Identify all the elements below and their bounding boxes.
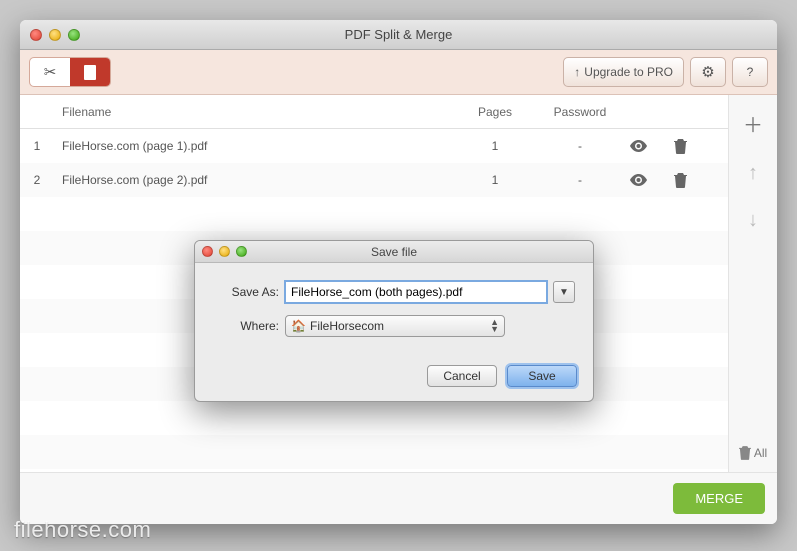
gear-icon: ⚙ xyxy=(701,63,714,81)
row-index: 1 xyxy=(20,139,54,153)
row-index: 2 xyxy=(20,173,54,187)
dialog-minimize-button[interactable] xyxy=(219,246,230,257)
dialog-titlebar: Save file xyxy=(195,241,593,263)
move-up-button[interactable]: ↑ xyxy=(748,162,758,185)
chevron-down-icon: ▼ xyxy=(559,287,569,298)
where-select[interactable]: 🏠 FileHorsecom ▲▼ xyxy=(285,315,505,337)
row-filename: FileHorse.com (page 2).pdf xyxy=(54,173,460,187)
settings-button[interactable]: ⚙ xyxy=(690,57,726,87)
preview-icon[interactable] xyxy=(630,174,674,186)
table-row[interactable]: 1 FileHorse.com (page 1).pdf 1 - xyxy=(20,129,728,163)
upgrade-label: Upgrade to PRO xyxy=(584,65,673,79)
document-icon xyxy=(84,65,96,80)
move-down-button[interactable]: ↓ xyxy=(748,209,758,232)
cancel-button[interactable]: Cancel xyxy=(427,365,497,387)
close-window-button[interactable] xyxy=(30,29,42,41)
row-pages: 1 xyxy=(460,173,530,187)
dialog-maximize-button[interactable] xyxy=(236,246,247,257)
expand-dialog-button[interactable]: ▼ xyxy=(553,281,575,303)
save-button[interactable]: Save xyxy=(507,365,577,387)
split-mode-button[interactable]: ✂ xyxy=(30,58,70,86)
header-filename: Filename xyxy=(54,105,460,119)
toolbar: ✂ ↑ Upgrade to PRO ⚙ ? xyxy=(20,50,777,95)
home-icon: 🏠 xyxy=(292,320,305,333)
upgrade-arrow-icon: ↑ xyxy=(574,65,580,79)
header-pages: Pages xyxy=(460,105,530,119)
row-password: - xyxy=(530,173,630,187)
trash-icon xyxy=(739,446,751,460)
dialog-title: Save file xyxy=(195,245,593,259)
minimize-window-button[interactable] xyxy=(49,29,61,41)
help-button[interactable]: ? xyxy=(732,57,768,87)
save-dialog: Save file Save As: ▼ Where: 🏠 FileHorsec… xyxy=(194,240,594,402)
table-row[interactable]: 2 FileHorse.com (page 2).pdf 1 - xyxy=(20,163,728,197)
merge-mode-button[interactable] xyxy=(70,58,110,86)
upgrade-button[interactable]: ↑ Upgrade to PRO xyxy=(563,57,684,87)
add-file-button[interactable]: ＋ xyxy=(743,109,763,138)
delete-all-button[interactable]: All xyxy=(739,446,767,460)
side-controls: ＋ ↑ ↓ All xyxy=(729,95,777,472)
row-filename: FileHorse.com (page 1).pdf xyxy=(54,139,460,153)
row-password: - xyxy=(530,139,630,153)
scissors-icon: ✂ xyxy=(44,63,57,81)
select-arrows-icon: ▲▼ xyxy=(490,319,499,333)
table-header: Filename Pages Password xyxy=(20,95,728,129)
help-icon: ? xyxy=(747,65,754,79)
maximize-window-button[interactable] xyxy=(68,29,80,41)
where-label: Where: xyxy=(213,319,279,333)
preview-icon[interactable] xyxy=(630,140,674,152)
merge-button[interactable]: MERGE xyxy=(673,483,765,514)
traffic-lights xyxy=(30,29,80,41)
mode-toggle: ✂ xyxy=(29,57,111,87)
delete-row-icon[interactable] xyxy=(674,173,728,188)
save-as-input[interactable] xyxy=(285,281,547,303)
save-as-label: Save As: xyxy=(213,285,279,299)
watermark: filehorse.com xyxy=(14,517,151,543)
header-password: Password xyxy=(530,105,630,119)
where-value: FileHorsecom xyxy=(310,319,384,333)
row-pages: 1 xyxy=(460,139,530,153)
dialog-close-button[interactable] xyxy=(202,246,213,257)
titlebar: PDF Split & Merge xyxy=(20,20,777,50)
window-title: PDF Split & Merge xyxy=(20,27,777,42)
delete-row-icon[interactable] xyxy=(674,139,728,154)
delete-all-label: All xyxy=(754,446,767,460)
